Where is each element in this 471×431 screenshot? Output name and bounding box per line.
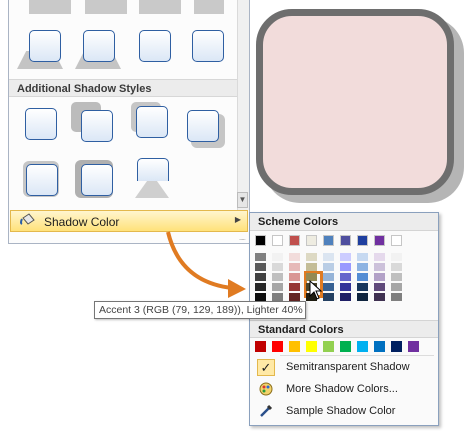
menu-divider [280,355,434,356]
theme-shade-swatch[interactable] [255,263,266,271]
theme-shade-swatch[interactable] [306,253,317,261]
theme-shade-swatch[interactable] [340,283,351,291]
mouse-pointer-icon [309,279,323,305]
theme-shade-swatch[interactable] [357,273,368,281]
theme-color-swatch[interactable] [289,235,300,246]
theme-shade-swatch[interactable] [272,293,283,301]
theme-shade-swatch[interactable] [391,263,402,271]
eyedropper-icon [257,403,275,420]
theme-color-swatch[interactable] [272,235,283,246]
standard-color-swatch[interactable] [323,341,334,352]
theme-shade-swatch[interactable] [357,263,368,271]
checkmark-icon: ✓ [257,359,275,376]
standard-color-swatch[interactable] [306,341,317,352]
palette-icon [257,381,275,398]
theme-shade-swatch[interactable] [323,273,334,281]
theme-shade-swatch[interactable] [374,293,385,301]
theme-shade-swatch[interactable] [289,253,300,261]
theme-shade-swatch[interactable] [323,253,334,261]
theme-shade-swatch[interactable] [357,283,368,291]
theme-shade-swatch[interactable] [289,283,300,291]
theme-shade-swatch[interactable] [340,263,351,271]
standard-colors-heading: Standard Colors [250,320,438,338]
theme-shade-swatch[interactable] [289,293,300,301]
theme-shade-swatch[interactable] [374,263,385,271]
color-tooltip: Accent 3 (RGB (79, 129, 189)), Lighter 4… [94,301,306,319]
standard-color-swatch[interactable] [374,341,385,352]
theme-shade-swatch[interactable] [255,283,266,291]
theme-shade-swatch[interactable] [374,283,385,291]
theme-shade-swatch[interactable] [289,273,300,281]
theme-shade-swatch[interactable] [272,253,283,261]
more-shadow-colors-item[interactable]: More Shadow Colors... [251,379,437,400]
theme-shade-swatch[interactable] [272,283,283,291]
theme-shade-swatch[interactable] [323,283,334,291]
standard-color-swatch[interactable] [272,341,283,352]
theme-shade-swatch[interactable] [391,293,402,301]
theme-color-swatch[interactable] [255,235,266,246]
more-shadow-colors-label: More Shadow Colors... [286,383,398,395]
semitransparent-shadow-item[interactable]: ✓ Semitransparent Shadow [251,357,437,378]
theme-shade-swatch[interactable] [255,293,266,301]
theme-shade-swatch[interactable] [255,273,266,281]
theme-color-swatch[interactable] [374,235,385,246]
theme-shade-swatch[interactable] [374,253,385,261]
theme-color-swatch[interactable] [391,235,402,246]
standard-color-swatch[interactable] [340,341,351,352]
theme-shade-swatch[interactable] [391,273,402,281]
theme-shade-swatch[interactable] [357,253,368,261]
sample-shadow-color-item[interactable]: Sample Shadow Color [251,401,437,422]
standard-color-swatch[interactable] [357,341,368,352]
theme-shade-swatch[interactable] [340,253,351,261]
theme-shade-swatch[interactable] [323,263,334,271]
semitransparent-shadow-label: Semitransparent Shadow [286,361,410,373]
standard-color-swatch[interactable] [408,341,419,352]
theme-shade-swatch[interactable] [374,273,385,281]
scheme-colors-heading: Scheme Colors [250,213,438,231]
theme-shade-swatch[interactable] [323,293,334,301]
shadow-color-dropdown: Scheme Colors Standard Colors ✓ Semitran… [249,212,439,426]
theme-color-swatch[interactable] [357,235,368,246]
theme-shade-swatch[interactable] [272,263,283,271]
standard-color-swatch[interactable] [289,341,300,352]
theme-shade-swatch[interactable] [391,253,402,261]
theme-color-swatch[interactable] [340,235,351,246]
theme-shade-swatch[interactable] [357,293,368,301]
theme-shade-swatch[interactable] [391,283,402,291]
theme-shade-swatch[interactable] [272,273,283,281]
standard-color-swatch[interactable] [391,341,402,352]
theme-shade-swatch[interactable] [289,263,300,271]
standard-color-swatch[interactable] [255,341,266,352]
theme-color-swatch[interactable] [306,235,317,246]
sample-shadow-color-label: Sample Shadow Color [286,405,396,417]
theme-shade-swatch[interactable] [255,253,266,261]
theme-shade-swatch[interactable] [340,293,351,301]
theme-color-swatch[interactable] [323,235,334,246]
theme-shade-swatch[interactable] [340,273,351,281]
theme-shade-swatch[interactable] [306,263,317,271]
